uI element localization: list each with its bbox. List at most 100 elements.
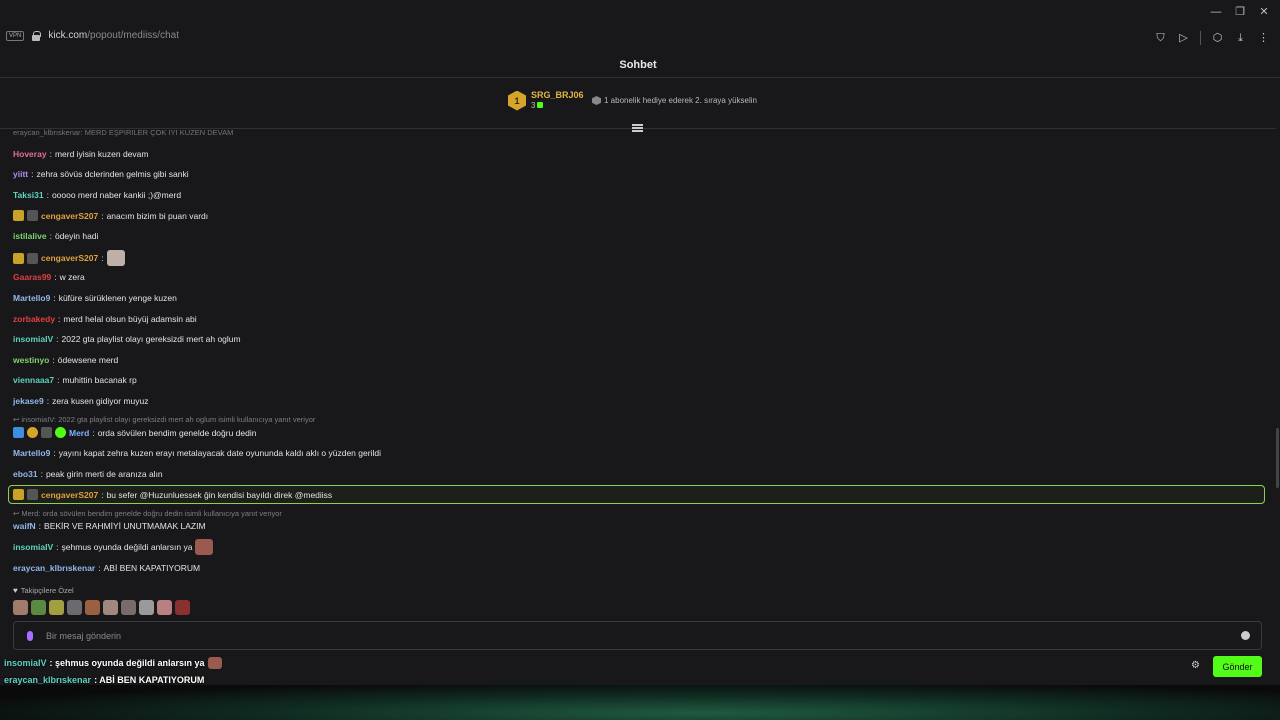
cat-emote-icon[interactable] xyxy=(106,250,125,266)
overlay-text: : şehmus oyunda değildi anlarsın ya xyxy=(49,658,205,668)
username[interactable]: westinyo xyxy=(13,355,49,365)
chat-message: westinyo: ödewsene merd xyxy=(13,355,119,365)
minimize-icon[interactable]: — xyxy=(1210,6,1222,18)
emote-icon[interactable] xyxy=(175,600,190,615)
username[interactable]: zorbakedy xyxy=(13,314,55,324)
gift-icon xyxy=(537,102,544,108)
message-text: bu sefer @Huzunluessek ğin kendisi bayıl… xyxy=(106,489,333,500)
reply-text: insomiaIV: 2022 gta playlist olayı gerek… xyxy=(21,415,316,424)
emote-icon[interactable] xyxy=(121,600,136,615)
chat-message: istilalive: ödeyin hadi xyxy=(13,231,99,241)
gift-count: 3 xyxy=(531,101,536,110)
chat-message: cengaverS207: bu sefer @Huzunluessek ğin … xyxy=(13,489,332,500)
message-text: 2022 gta playlist olayı gereksizdi mert … xyxy=(61,334,241,344)
url-path: /popout/mediiss/chat xyxy=(87,30,179,41)
username[interactable]: istilalive xyxy=(13,231,47,241)
chat-message: jekase9: zera kusen gidiyor muyuz xyxy=(13,396,149,406)
overlay-username: eraycan_klbrıskenar xyxy=(4,675,92,685)
chat-messages[interactable]: eraycan_klbrıskenar: MERD EŞPIRILER ÇOK … xyxy=(8,128,1266,608)
stream-background xyxy=(0,685,1280,720)
vpn-badge[interactable]: VPN xyxy=(6,30,25,41)
restore-icon[interactable]: ❐ xyxy=(1234,6,1246,18)
message-text: ABİ BEN KAPATIYORUM xyxy=(103,563,201,573)
chat-message: Merd: orda sövülen bendim genelde doğru d… xyxy=(13,427,256,438)
microphone-icon[interactable] xyxy=(27,630,33,641)
overlay-text: : ABİ BEN KAPATIYORUM xyxy=(94,675,205,685)
username[interactable]: Merd xyxy=(69,428,89,438)
gear-icon[interactable]: ⚙ xyxy=(1191,661,1201,671)
username[interactable]: jekase9 xyxy=(13,396,44,406)
scrollbar[interactable] xyxy=(1276,128,1279,628)
message-text: anacım bizim bi puan vardı xyxy=(106,210,209,221)
chat-message: Hoveray: merd iyisin kuzen devam xyxy=(13,149,149,159)
message-text: BEKİR VE RAHMİYİ UNUTMAMAK LAZIM xyxy=(44,521,206,531)
gift-hint-text: 1 abonelik hediye ederek 2. sıraya yükse… xyxy=(604,96,757,105)
username[interactable]: eraycan_klbrıskenar xyxy=(13,563,95,573)
broadcaster-badge-icon xyxy=(13,427,24,438)
message-input-box[interactable] xyxy=(13,621,1262,650)
url-text[interactable]: kick.com/popout/mediiss/chat xyxy=(48,30,179,41)
og-badge-icon xyxy=(27,252,38,264)
gifter-leaderboard: 1 SRG_BRJ06 3 1 abonelik hediye ederek 2… xyxy=(0,80,1276,132)
message-text: küfüre sürüklenen yenge kuzen xyxy=(58,293,177,303)
message-text: orda sövülen bendim genelde doğru dedin xyxy=(97,427,257,438)
chat-message: yiitt: zehra sövüs dclerinden gelmis gibi… xyxy=(13,169,189,179)
username[interactable]: insomiaIV xyxy=(13,334,53,344)
emote-icon[interactable] xyxy=(13,600,28,615)
gift-hint: 1 abonelik hediye ederek 2. sıraya yükse… xyxy=(592,96,757,105)
username[interactable]: yiitt xyxy=(13,169,28,179)
message-text: muhittin bacanak rp xyxy=(62,375,137,385)
og-badge-icon xyxy=(41,427,52,438)
overlay-message: eraycan_klbrıskenar: ABİ BEN KAPATIYORUM xyxy=(4,675,204,685)
chat-message: Gaaras99: w zera xyxy=(13,272,85,282)
username[interactable]: Taksi31 xyxy=(13,190,44,200)
username[interactable]: Martello9 xyxy=(13,293,50,303)
address-bar[interactable]: VPN kick.com/popout/mediiss/chat xyxy=(6,30,179,41)
message-text: ooooo merd naber kankii ;)@merd xyxy=(51,190,182,200)
window-controls: — ❐ ✕ xyxy=(1210,6,1270,18)
username[interactable]: cengaverS207 xyxy=(41,211,98,221)
emote-icon[interactable] xyxy=(31,600,46,615)
chat-message: Taksi31: ooooo merd naber kankii ;)@merd xyxy=(13,190,182,200)
reply-indicator[interactable]: ↩ Merd: orda sövülen bendim genelde doğr… xyxy=(13,509,282,518)
emote-icon[interactable] xyxy=(103,600,118,615)
username[interactable]: viennaaa7 xyxy=(13,375,54,385)
username[interactable]: cengaverS207 xyxy=(41,490,98,500)
emote-label-text: Takipçilere Özel xyxy=(20,586,74,595)
shield-icon[interactable]: ⛉ xyxy=(1154,32,1167,45)
face-emote-icon[interactable] xyxy=(195,539,214,555)
reply-indicator[interactable]: ↩ insomiaIV: 2022 gta playlist olayı ger… xyxy=(13,415,315,424)
emote-icon[interactable] xyxy=(139,600,154,615)
username[interactable]: Hoveray xyxy=(13,149,47,159)
top-gifter[interactable]: 1 SRG_BRJ06 3 xyxy=(508,90,584,111)
username[interactable]: Gaaras99 xyxy=(13,272,51,282)
puzzle-icon[interactable]: ⬡ xyxy=(1211,32,1224,45)
rank-badge: 1 xyxy=(508,90,526,111)
username[interactable]: ebo31 xyxy=(13,469,38,479)
send-button[interactable]: Gönder xyxy=(1213,656,1262,677)
username[interactable]: insomiaIV xyxy=(13,542,53,552)
chat-message: cengaverS207: anacım bizim bi puan vardı xyxy=(13,210,208,221)
chat-title: Sohbet xyxy=(619,59,657,71)
close-icon[interactable]: ✕ xyxy=(1258,6,1270,18)
emoji-icon[interactable] xyxy=(1241,631,1250,640)
lock-icon[interactable] xyxy=(32,30,42,41)
emote-icon[interactable] xyxy=(157,600,172,615)
reply-text: Merd: orda sövülen bendim genelde doğru … xyxy=(21,509,282,518)
emote-icon[interactable] xyxy=(85,600,100,615)
message-text: merd iyisin kuzen devam xyxy=(54,149,149,159)
truncated-message: eraycan_klbrıskenar: MERD EŞPIRILER ÇOK … xyxy=(13,128,234,137)
message-input[interactable] xyxy=(46,630,1241,641)
username[interactable]: waifN xyxy=(13,521,36,531)
play-icon[interactable]: ▷ xyxy=(1177,32,1190,45)
extension-icons: ⛉ ▷ ⬡ ⤓ ⋮ xyxy=(1154,31,1270,45)
message-text: w zera xyxy=(59,272,85,282)
crown-badge-icon xyxy=(13,210,24,221)
username[interactable]: Martello9 xyxy=(13,448,50,458)
message-text: zehra sövüs dclerinden gelmis gibi sanki xyxy=(36,169,189,179)
download-icon[interactable]: ⤓ xyxy=(1234,32,1247,45)
username[interactable]: cengaverS207 xyxy=(41,253,98,263)
emote-icon[interactable] xyxy=(67,600,82,615)
emote-icon[interactable] xyxy=(49,600,64,615)
menu-icon[interactable]: ⋮ xyxy=(1257,32,1270,45)
